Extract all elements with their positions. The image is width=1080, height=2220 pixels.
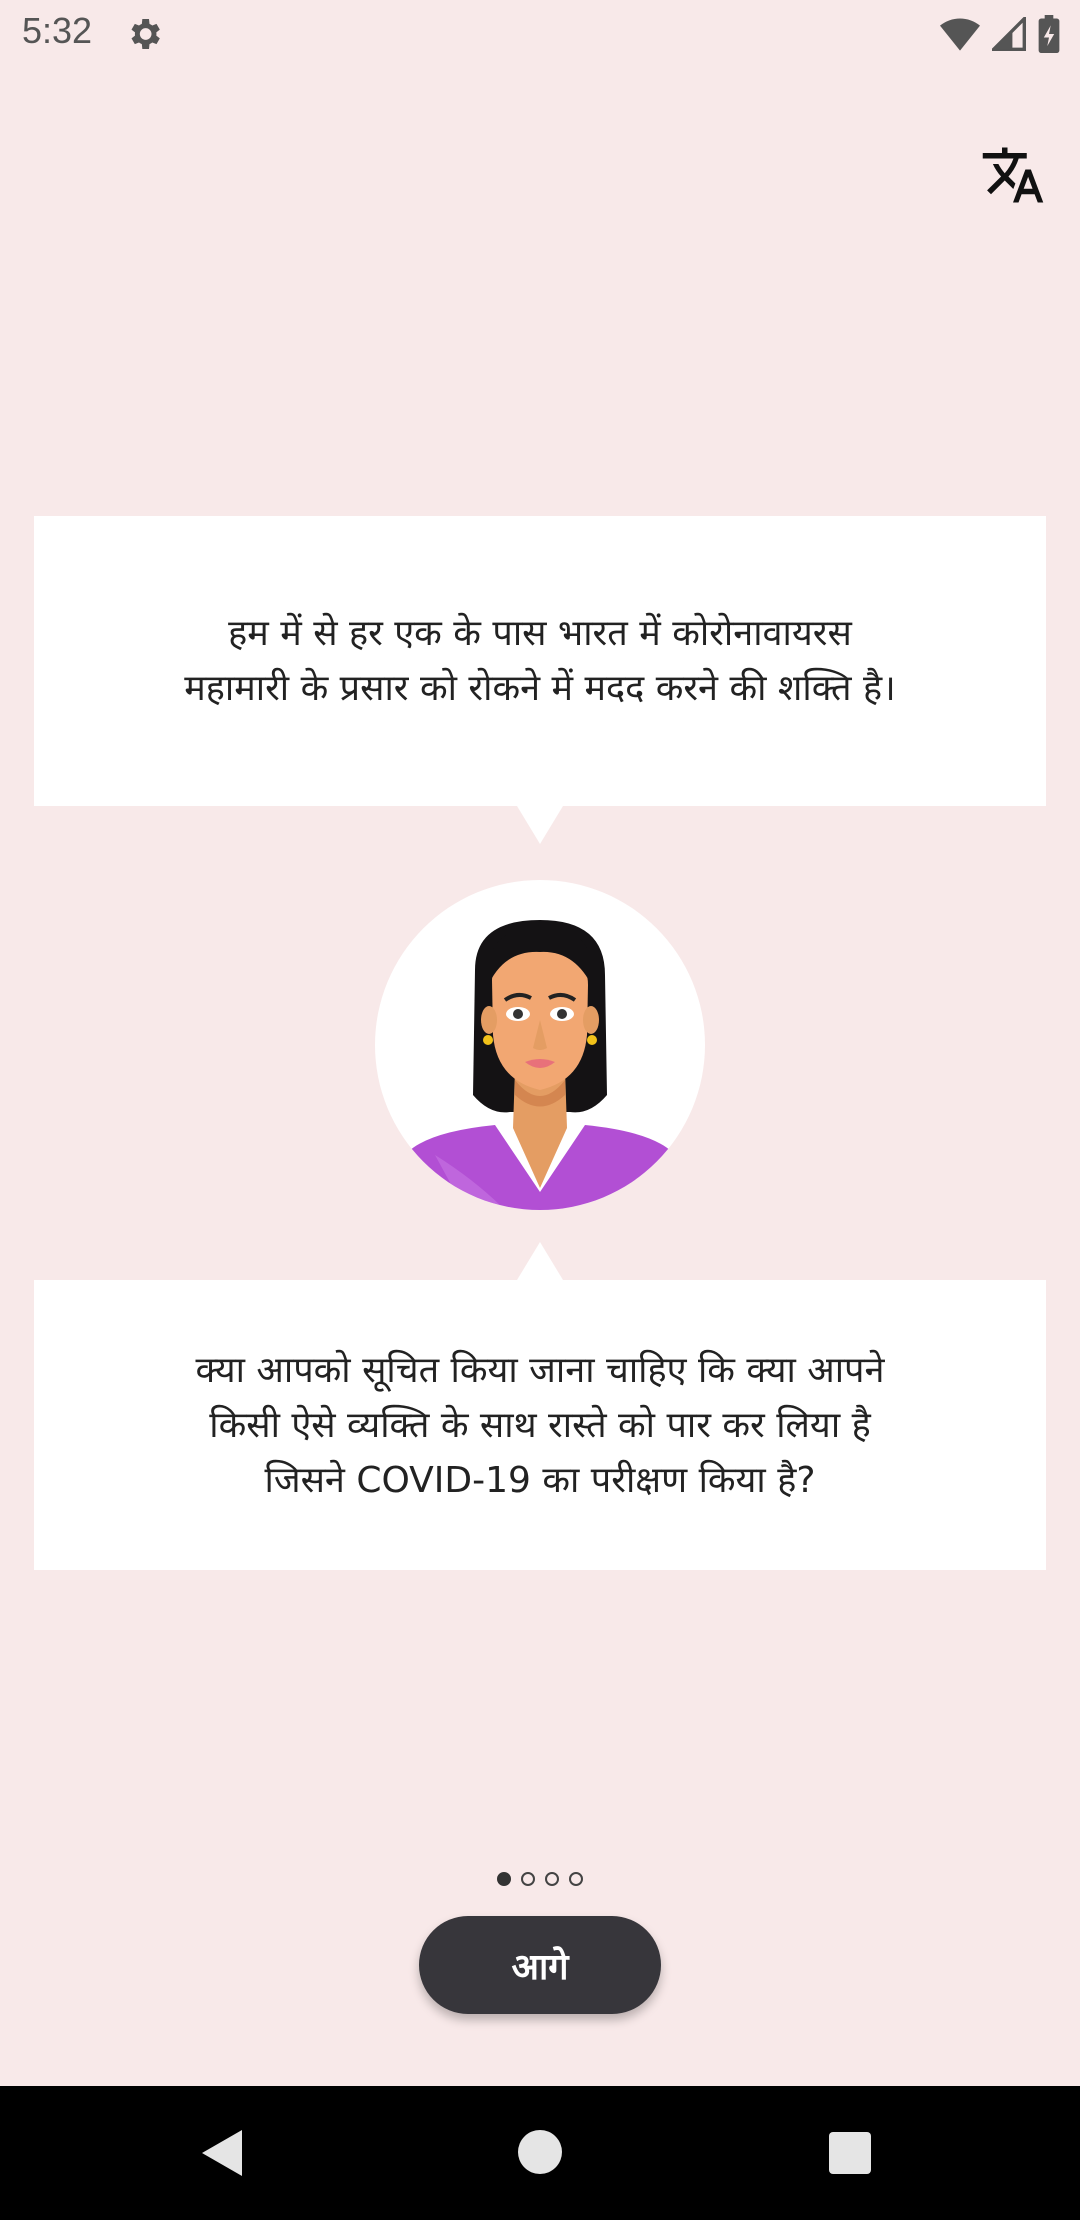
status-icons (940, 14, 1060, 54)
info-message-text: हम में से हर एक के पास भारत में कोरोनावा… (184, 613, 896, 709)
page-dot (521, 1872, 535, 1886)
back-icon[interactable] (200, 2128, 244, 2178)
speech-bubble-tail (517, 806, 563, 844)
status-bar: 5:32 (0, 0, 1080, 66)
avatar (375, 880, 705, 1210)
translate-icon (982, 147, 1044, 203)
recents-icon[interactable] (829, 2132, 871, 2174)
gear-icon (131, 19, 160, 49)
question-message-text: क्या आपको सूचित किया जाना चाहिए कि क्या … (195, 1349, 885, 1501)
home-icon[interactable] (518, 2130, 562, 2174)
question-message-card: क्या आपको सूचित किया जाना चाहिए कि क्या … (34, 1280, 1046, 1570)
woman-illustration (405, 920, 675, 1210)
info-message-card: हम में से हर एक के पास भारत में कोरोनावा… (34, 516, 1046, 806)
speech-bubble-tail (517, 1242, 563, 1280)
wifi-icon (940, 18, 980, 51)
battery-icon (1038, 15, 1060, 53)
status-time: 5:32 (22, 10, 93, 51)
page-dot (545, 1872, 559, 1886)
next-button[interactable]: आगे (419, 1916, 661, 2014)
translate-button[interactable] (978, 140, 1048, 210)
system-nav-bar (0, 2086, 1080, 2220)
signal-icon (992, 17, 1026, 51)
page-dot (569, 1872, 583, 1886)
page-dot-active (497, 1872, 511, 1886)
page-indicator (0, 1868, 1080, 1892)
